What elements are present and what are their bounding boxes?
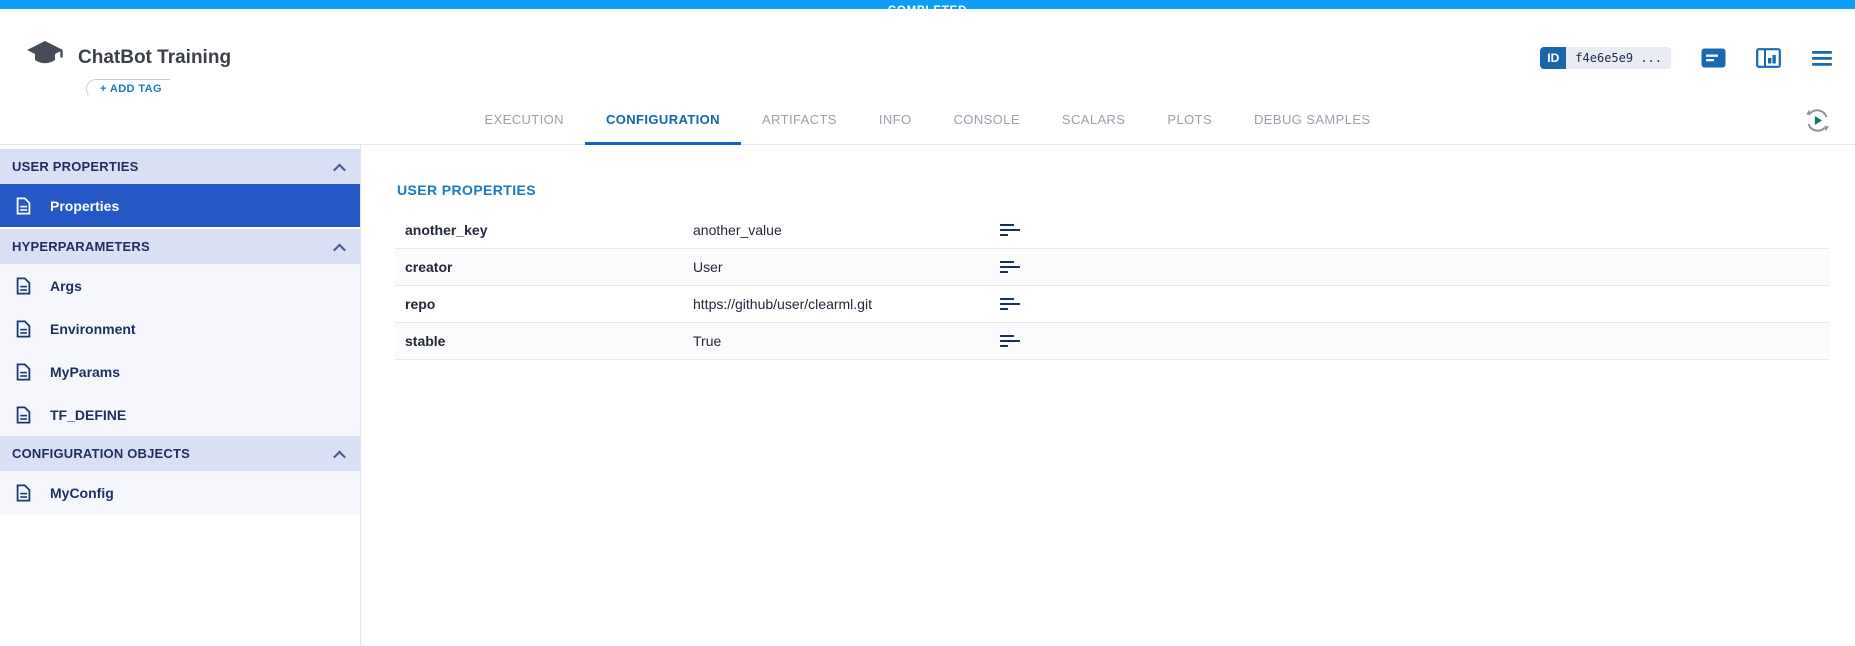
document-icon: [16, 484, 31, 502]
content-area: USER PROPERTIES Properties: [0, 145, 1855, 646]
sidebar-item-label: MyParams: [50, 364, 120, 380]
section-label: CONFIGURATION OBJECTS: [12, 446, 335, 461]
tab-debug-samples[interactable]: DEBUG SAMPLES: [1233, 95, 1391, 144]
tab-configuration[interactable]: CONFIGURATION: [585, 95, 741, 144]
property-key: repo: [395, 296, 693, 312]
experiment-title: ChatBot Training: [78, 47, 231, 69]
sidebar-item-myconfig[interactable]: MyConfig: [0, 471, 360, 514]
chevron-up-icon: [333, 451, 346, 464]
panel-heading: USER PROPERTIES: [397, 182, 1830, 198]
property-value: https://github/user/clearml.git: [693, 296, 1000, 312]
align-left-icon[interactable]: [1000, 224, 1022, 237]
align-left-icon[interactable]: [1000, 261, 1022, 274]
status-bar: COMPLETED: [0, 0, 1855, 9]
sidebar-item-properties[interactable]: Properties: [0, 184, 360, 227]
experiment-id-badge[interactable]: ID f4e6e5e9 ...: [1540, 47, 1671, 69]
section-label: USER PROPERTIES: [12, 159, 335, 174]
section-header-user-properties[interactable]: USER PROPERTIES: [0, 149, 360, 184]
property-key: stable: [395, 333, 693, 349]
table-row[interactable]: repo https://github/user/clearml.git: [395, 286, 1830, 323]
sidebar-item-label: MyConfig: [50, 485, 114, 501]
section-header-hyperparameters[interactable]: HYPERPARAMETERS: [0, 229, 360, 264]
table-row[interactable]: stable True: [395, 323, 1830, 360]
configuration-sidebar: USER PROPERTIES Properties: [0, 145, 361, 646]
sidebar-item-environment[interactable]: Environment: [0, 307, 360, 350]
tab-info[interactable]: INFO: [858, 95, 933, 144]
sidebar-item-tf-define[interactable]: TF_DEFINE: [0, 393, 360, 436]
header-actions: ID f4e6e5e9 ...: [1540, 47, 1833, 69]
sidebar-item-label: Environment: [50, 321, 136, 337]
document-icon: [16, 363, 31, 381]
section-hyperparameters: HYPERPARAMETERS Args: [0, 229, 360, 436]
table-row[interactable]: creator User: [395, 249, 1830, 286]
tab-artifacts[interactable]: ARTIFACTS: [741, 95, 858, 144]
align-left-icon[interactable]: [1000, 298, 1022, 311]
sidebar-item-label: TF_DEFINE: [50, 407, 126, 423]
chevron-up-icon: [333, 164, 346, 177]
tab-plots[interactable]: PLOTS: [1146, 95, 1233, 144]
header: ChatBot Training + ADD TAG ID f4e6e5e9 .…: [0, 9, 1855, 95]
id-label: ID: [1540, 47, 1566, 69]
property-value: another_value: [693, 222, 1000, 238]
section-header-configuration-objects[interactable]: CONFIGURATION OBJECTS: [0, 436, 360, 471]
section-label: HYPERPARAMETERS: [12, 239, 335, 254]
tab-execution[interactable]: EXECUTION: [464, 95, 585, 144]
id-value: f4e6e5e9 ...: [1566, 47, 1671, 69]
sidebar-item-args[interactable]: Args: [0, 264, 360, 307]
details-panel-icon[interactable]: [1756, 48, 1781, 68]
sidebar-item-myparams[interactable]: MyParams: [0, 350, 360, 393]
document-icon: [16, 277, 31, 295]
section-user-properties: USER PROPERTIES Properties: [0, 149, 360, 227]
property-key: another_key: [395, 222, 693, 238]
experiment-detail-page: COMPLETED ChatBot Training + ADD TAG ID …: [0, 0, 1855, 646]
description-icon[interactable]: [1701, 48, 1726, 68]
align-left-icon[interactable]: [1000, 335, 1022, 348]
add-tag-label: + ADD TAG: [100, 83, 162, 95]
document-icon: [16, 197, 31, 215]
sidebar-item-label: Properties: [50, 198, 119, 214]
tab-bar: EXECUTION CONFIGURATION ARTIFACTS INFO C…: [0, 95, 1855, 145]
experiment-type-icon: [25, 39, 65, 76]
property-value: User: [693, 259, 1000, 275]
sidebar-item-label: Args: [50, 278, 82, 294]
property-key: creator: [395, 259, 693, 275]
user-properties-panel: USER PROPERTIES another_key another_valu…: [361, 145, 1855, 646]
tab-scalars[interactable]: SCALARS: [1041, 95, 1147, 144]
section-configuration-objects: CONFIGURATION OBJECTS MyConfig: [0, 436, 360, 514]
property-value: True: [693, 333, 1000, 349]
properties-table: another_key another_value creator User r…: [395, 212, 1830, 360]
auto-refresh-icon[interactable]: [1804, 107, 1831, 139]
document-icon: [16, 320, 31, 338]
tab-console[interactable]: CONSOLE: [933, 95, 1041, 144]
menu-icon[interactable]: [1811, 50, 1833, 67]
table-row[interactable]: another_key another_value: [395, 212, 1830, 249]
chevron-up-icon: [333, 244, 346, 257]
document-icon: [16, 406, 31, 424]
